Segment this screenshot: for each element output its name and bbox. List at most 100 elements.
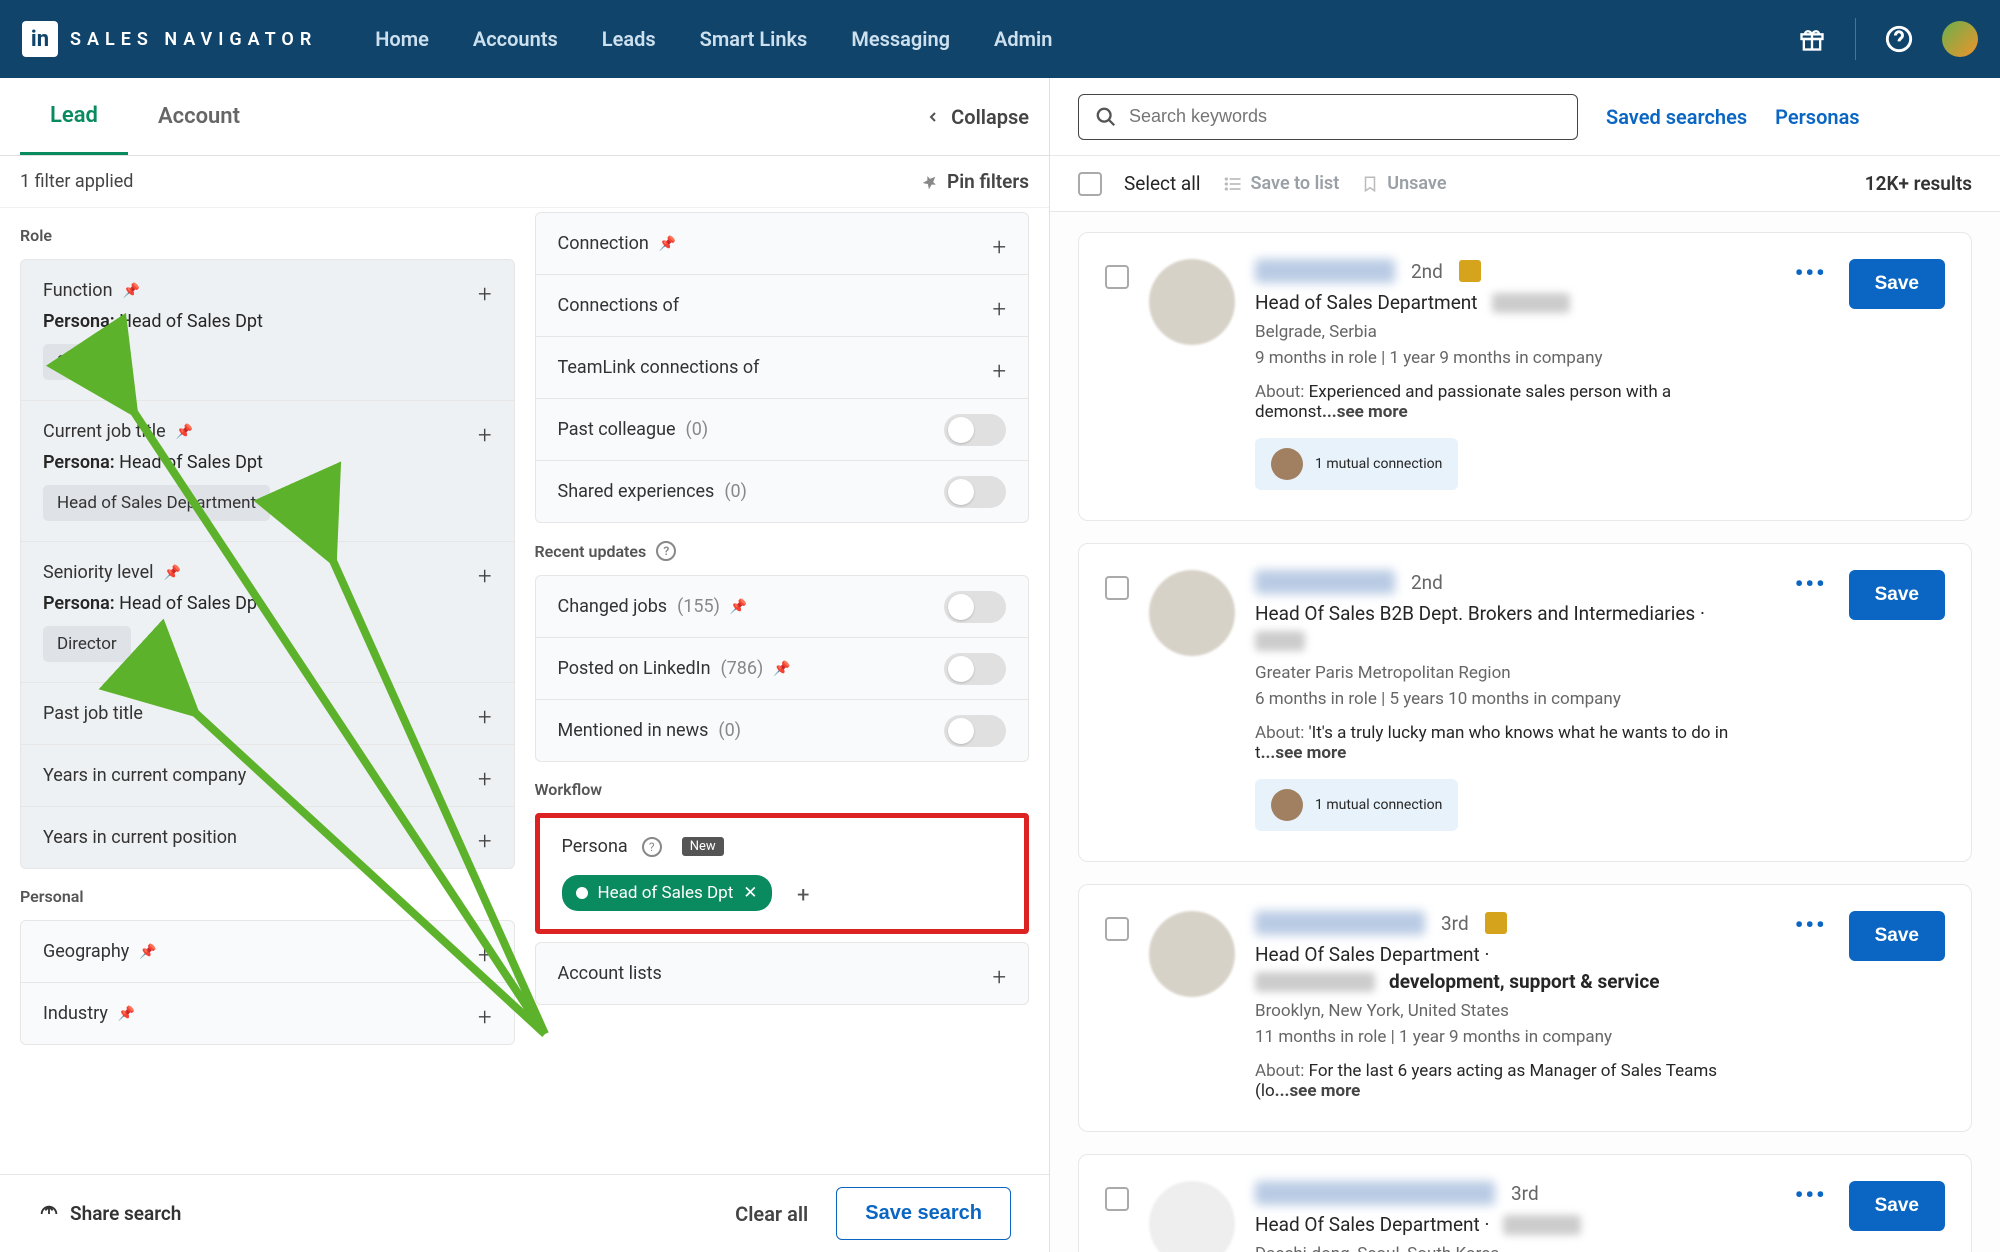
plus-icon[interactable]: + — [992, 295, 1006, 323]
plus-icon[interactable]: + — [478, 703, 492, 731]
result-name[interactable] — [1255, 259, 1395, 283]
help-icon[interactable] — [1884, 24, 1914, 54]
save-button[interactable]: Save — [1849, 259, 1945, 309]
nav-admin[interactable]: Admin — [994, 27, 1052, 51]
filter-mentioned-news[interactable]: Mentioned in news (0) — [536, 700, 1029, 761]
nav-home[interactable]: Home — [375, 27, 429, 51]
share-search-button[interactable]: Share search — [38, 1202, 181, 1225]
filter-function[interactable]: Function 📌 + Persona: Head of Sales Dpt … — [21, 260, 514, 401]
toggle-past-colleague[interactable] — [944, 414, 1006, 446]
select-all-checkbox[interactable] — [1078, 172, 1102, 196]
result-checkbox[interactable] — [1105, 917, 1129, 941]
see-more-link[interactable]: ...see more — [1322, 402, 1408, 422]
filter-account-lists[interactable]: Account lists + — [536, 943, 1029, 1004]
persona-filter-box[interactable]: Persona ? New Head of Sales Dpt ✕ + — [535, 813, 1030, 934]
personas-link[interactable]: Personas — [1775, 105, 1859, 129]
filter-connections-of[interactable]: Connections of + — [536, 275, 1029, 337]
see-more-link[interactable]: ...see more — [1275, 1081, 1361, 1101]
mutual-connections[interactable]: 1 mutual connection — [1255, 779, 1458, 831]
result-name[interactable] — [1255, 911, 1425, 935]
more-actions-icon[interactable]: ••• — [1795, 1181, 1827, 1209]
unsave-button[interactable]: Unsave — [1361, 173, 1446, 194]
result-avatar[interactable] — [1149, 1181, 1235, 1252]
more-actions-icon[interactable]: ••• — [1795, 259, 1827, 287]
nav-messaging[interactable]: Messaging — [851, 27, 950, 51]
company-name[interactable] — [1255, 972, 1375, 992]
saved-searches-link[interactable]: Saved searches — [1606, 105, 1747, 129]
save-to-list-button[interactable]: Save to list — [1223, 173, 1340, 194]
plus-icon[interactable]: + — [992, 357, 1006, 385]
filter-seniority-level[interactable]: Seniority level 📌 + Persona: Head of Sal… — [21, 542, 514, 683]
remove-icon[interactable]: ✕ — [743, 883, 757, 903]
filter-connection[interactable]: Connection 📌 + — [536, 213, 1029, 275]
filter-posted-linkedin[interactable]: Posted on LinkedIn (786) 📌 — [536, 638, 1029, 700]
plus-icon[interactable]: + — [478, 941, 492, 969]
plus-icon[interactable]: + — [478, 827, 492, 855]
search-input-wrapper[interactable] — [1078, 94, 1578, 140]
more-actions-icon[interactable]: ••• — [1795, 570, 1827, 598]
filter-years-position[interactable]: Years in current position + — [21, 807, 514, 868]
save-search-button[interactable]: Save search — [836, 1187, 1011, 1240]
plus-icon[interactable]: + — [478, 562, 492, 590]
nav-smart-links[interactable]: Smart Links — [700, 27, 808, 51]
nav-leads[interactable]: Leads — [602, 27, 656, 51]
chip-head-of-sales-dept[interactable]: Head of Sales Department — [43, 485, 270, 521]
company-name[interactable] — [1503, 1215, 1581, 1235]
filter-connection-label: Connection — [558, 233, 649, 254]
pin-filters-button[interactable]: Pin filters — [921, 170, 1029, 193]
filter-teamlink[interactable]: TeamLink connections of + — [536, 337, 1029, 399]
filter-past-job-title[interactable]: Past job title + — [21, 683, 514, 745]
result-avatar[interactable] — [1149, 259, 1235, 345]
tab-lead[interactable]: Lead — [20, 78, 128, 155]
filters-panel: Lead Account Collapse 1 filter applied P… — [0, 78, 1050, 1252]
plus-icon[interactable]: + — [478, 421, 492, 449]
result-checkbox[interactable] — [1105, 1187, 1129, 1211]
save-button[interactable]: Save — [1849, 570, 1945, 620]
company-name[interactable] — [1255, 631, 1305, 651]
result-name[interactable] — [1255, 570, 1395, 594]
filter-years-company[interactable]: Years in current company + — [21, 745, 514, 807]
filter-past-colleague[interactable]: Past colleague (0) — [536, 399, 1029, 461]
nav-accounts[interactable]: Accounts — [473, 27, 558, 51]
plus-icon[interactable]: + — [478, 765, 492, 793]
save-button[interactable]: Save — [1849, 911, 1945, 961]
pin-icon — [921, 173, 939, 191]
add-persona-icon[interactable]: + — [797, 883, 809, 908]
search-input[interactable] — [1129, 106, 1561, 127]
filter-current-job-title[interactable]: Current job title 📌 + Persona: Head of S… — [21, 401, 514, 542]
filter-changed-jobs[interactable]: Changed jobs (155) 📌 — [536, 576, 1029, 638]
result-avatar[interactable] — [1149, 570, 1235, 656]
recent-updates-label: Recent updates — [535, 542, 647, 561]
help-icon[interactable]: ? — [656, 541, 676, 561]
tab-account[interactable]: Account — [128, 78, 270, 155]
filter-industry[interactable]: Industry 📌 + — [21, 983, 514, 1044]
company-name[interactable] — [1492, 293, 1570, 313]
result-name[interactable] — [1255, 1181, 1495, 1205]
see-more-link[interactable]: ...see more — [1261, 743, 1347, 763]
plus-icon[interactable]: + — [478, 280, 492, 308]
profile-avatar[interactable] — [1942, 21, 1978, 57]
gift-icon[interactable] — [1797, 24, 1827, 54]
plus-icon[interactable]: + — [478, 1003, 492, 1031]
result-avatar[interactable] — [1149, 911, 1235, 997]
toggle-posted[interactable] — [944, 653, 1006, 685]
filter-status-row: 1 filter applied Pin filters — [0, 156, 1049, 208]
result-checkbox[interactable] — [1105, 265, 1129, 289]
help-icon[interactable]: ? — [642, 837, 662, 857]
toggle-shared-experiences[interactable] — [944, 476, 1006, 508]
more-actions-icon[interactable]: ••• — [1795, 911, 1827, 939]
save-button[interactable]: Save — [1849, 1181, 1945, 1231]
chip-sales[interactable]: Sales — [43, 344, 112, 380]
result-checkbox[interactable] — [1105, 576, 1129, 600]
plus-icon[interactable]: + — [992, 233, 1006, 261]
filter-geography[interactable]: Geography 📌 + — [21, 921, 514, 983]
clear-all-button[interactable]: Clear all — [735, 1202, 808, 1226]
filter-shared-experiences[interactable]: Shared experiences (0) — [536, 461, 1029, 522]
chip-director[interactable]: Director — [43, 626, 131, 662]
persona-chip[interactable]: Head of Sales Dpt ✕ — [562, 875, 772, 911]
toggle-mentioned[interactable] — [944, 715, 1006, 747]
mutual-connections[interactable]: 1 mutual connection — [1255, 438, 1458, 490]
toggle-changed-jobs[interactable] — [944, 591, 1006, 623]
plus-icon[interactable]: + — [992, 963, 1006, 991]
collapse-button[interactable]: Collapse — [925, 105, 1029, 129]
